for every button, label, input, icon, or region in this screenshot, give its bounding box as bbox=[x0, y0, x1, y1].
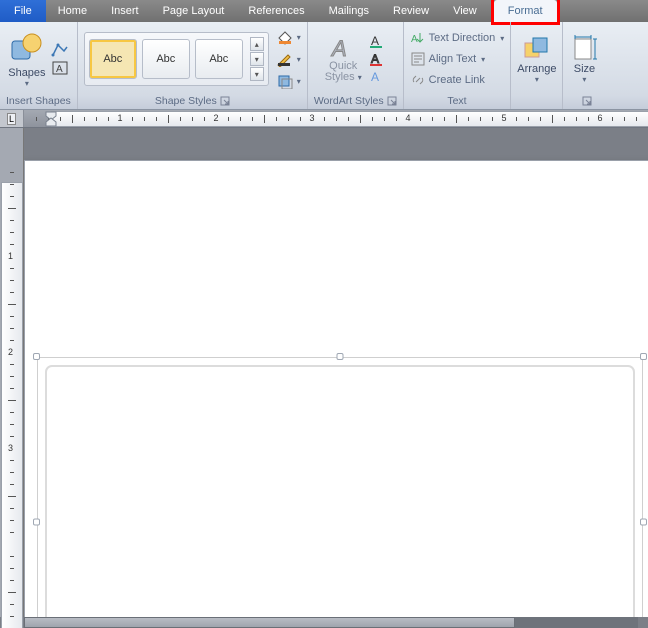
edit-shape-icon[interactable] bbox=[51, 42, 69, 58]
tab-references[interactable]: References bbox=[236, 0, 316, 22]
selected-text-box[interactable] bbox=[37, 357, 643, 617]
group-insert-shapes: Shapes ▾ A Insert Shapes bbox=[0, 22, 78, 109]
page-area[interactable] bbox=[24, 128, 648, 617]
chevron-down-icon: ▾ bbox=[582, 75, 586, 84]
arrange-button[interactable]: Arrange ▾ bbox=[517, 35, 556, 84]
gallery-more-button[interactable]: ▾ bbox=[250, 67, 264, 81]
chevron-down-icon: ▾ bbox=[500, 34, 504, 43]
pencil-icon bbox=[276, 51, 294, 67]
create-link-label: Create Link bbox=[429, 74, 485, 86]
group-arrange: Arrange ▾ bbox=[511, 22, 563, 109]
arrange-label: Arrange bbox=[517, 63, 556, 75]
group-text: A Text Direction ▾ Align Text ▾ Create L… bbox=[404, 22, 512, 109]
tab-home[interactable]: Home bbox=[46, 0, 99, 22]
effects-icon bbox=[276, 73, 294, 89]
handle-tm[interactable] bbox=[337, 353, 344, 360]
shapes-label: Shapes bbox=[8, 67, 45, 79]
shape-style-gallery[interactable]: Abc Abc Abc ▴ ▾ ▾ bbox=[84, 32, 269, 86]
size-button[interactable]: Size ▾ bbox=[569, 35, 599, 84]
svg-text:A: A bbox=[371, 52, 379, 66]
chevron-down-icon: ▾ bbox=[25, 79, 29, 88]
tab-format[interactable]: Format bbox=[494, 0, 557, 22]
svg-text:A: A bbox=[371, 70, 379, 84]
group-label-shape-styles: Shape Styles bbox=[155, 95, 217, 107]
shape-effects-button[interactable]: ▾ bbox=[276, 71, 301, 91]
handle-mr[interactable] bbox=[640, 519, 647, 526]
shapes-gallery-button[interactable]: Shapes ▾ bbox=[8, 31, 45, 88]
shape-outline-button[interactable]: ▾ bbox=[276, 49, 301, 69]
style-preset-3[interactable]: Abc bbox=[195, 39, 243, 79]
text-effects-icon[interactable]: A bbox=[368, 69, 386, 85]
svg-text:A: A bbox=[330, 36, 347, 61]
text-box-border bbox=[45, 365, 635, 617]
group-label-wordart: WordArt Styles bbox=[314, 95, 384, 107]
dialog-launcher-icon[interactable] bbox=[582, 96, 592, 106]
svg-text:A: A bbox=[56, 64, 63, 75]
group-label-arrange bbox=[535, 94, 538, 108]
shape-fill-button[interactable]: ▾ bbox=[276, 27, 301, 47]
chevron-down-icon: ▾ bbox=[297, 77, 301, 86]
text-direction-button[interactable]: A Text Direction ▾ bbox=[410, 28, 505, 48]
link-icon bbox=[410, 72, 426, 88]
chevron-down-icon: ▾ bbox=[358, 73, 362, 82]
scrollbar-horizontal[interactable] bbox=[0, 617, 648, 628]
ruler-horizontal[interactable]: L 123456 bbox=[0, 110, 648, 128]
document-page[interactable] bbox=[24, 160, 648, 617]
size-label: Size bbox=[574, 63, 595, 75]
tab-insert[interactable]: Insert bbox=[99, 0, 151, 22]
scroll-thumb[interactable] bbox=[24, 617, 515, 628]
bucket-icon bbox=[276, 29, 294, 45]
menu-tabs: File Home Insert Page Layout References … bbox=[0, 0, 648, 22]
tab-page-layout[interactable]: Page Layout bbox=[151, 0, 237, 22]
align-text-button[interactable]: Align Text ▾ bbox=[410, 49, 505, 69]
dialog-launcher-icon[interactable] bbox=[387, 96, 397, 106]
svg-text:A: A bbox=[371, 34, 379, 48]
ruler-vertical[interactable]: 123 bbox=[0, 128, 24, 617]
tab-view[interactable]: View bbox=[441, 0, 489, 22]
tab-review[interactable]: Review bbox=[381, 0, 441, 22]
handle-ml[interactable] bbox=[33, 519, 40, 526]
text-direction-icon: A bbox=[410, 30, 426, 46]
style-preset-2[interactable]: Abc bbox=[142, 39, 190, 79]
style-preset-1[interactable]: Abc bbox=[89, 39, 137, 79]
tab-mailings[interactable]: Mailings bbox=[317, 0, 381, 22]
group-label-text: Text bbox=[447, 94, 466, 108]
arrange-icon bbox=[522, 35, 552, 63]
workspace: 123 bbox=[0, 128, 648, 617]
group-label-insert-shapes: Insert Shapes bbox=[6, 94, 71, 108]
align-text-label: Align Text bbox=[429, 53, 477, 65]
dialog-launcher-icon[interactable] bbox=[220, 96, 230, 106]
gallery-down-button[interactable]: ▾ bbox=[250, 52, 264, 66]
shapes-icon bbox=[10, 31, 44, 65]
group-shape-styles: Abc Abc Abc ▴ ▾ ▾ ▾ ▾ bbox=[78, 22, 308, 109]
text-fill-icon[interactable]: A bbox=[368, 33, 386, 49]
text-direction-label: Text Direction bbox=[429, 32, 496, 44]
group-wordart-styles: A QuickStyles ▾ A A A WordArt Styles bbox=[308, 22, 404, 109]
align-text-icon bbox=[410, 51, 426, 67]
size-icon bbox=[569, 35, 599, 63]
chevron-down-icon: ▾ bbox=[297, 33, 301, 42]
group-label-size bbox=[576, 95, 579, 107]
handle-tr[interactable] bbox=[640, 353, 647, 360]
text-box-icon[interactable]: A bbox=[51, 60, 69, 76]
handle-tl[interactable] bbox=[33, 353, 40, 360]
chevron-down-icon: ▾ bbox=[481, 55, 485, 64]
create-link-button[interactable]: Create Link bbox=[410, 70, 505, 90]
group-size: Size ▾ bbox=[563, 22, 605, 109]
text-outline-icon[interactable]: A bbox=[368, 51, 386, 67]
indent-marker-icon[interactable] bbox=[44, 111, 58, 127]
quick-styles-label-2: Styles bbox=[325, 71, 355, 83]
tab-stop-selector[interactable]: L bbox=[0, 110, 24, 127]
chevron-down-icon: ▾ bbox=[297, 55, 301, 64]
ribbon: Shapes ▾ A Insert Shapes Abc Abc Abc ▴ ▾… bbox=[0, 22, 648, 110]
quick-styles-button[interactable]: A QuickStyles ▾ bbox=[325, 35, 362, 83]
gallery-up-button[interactable]: ▴ bbox=[250, 37, 264, 51]
tab-file[interactable]: File bbox=[0, 0, 46, 22]
wordart-a-icon: A bbox=[328, 35, 358, 61]
chevron-down-icon: ▾ bbox=[535, 75, 539, 84]
